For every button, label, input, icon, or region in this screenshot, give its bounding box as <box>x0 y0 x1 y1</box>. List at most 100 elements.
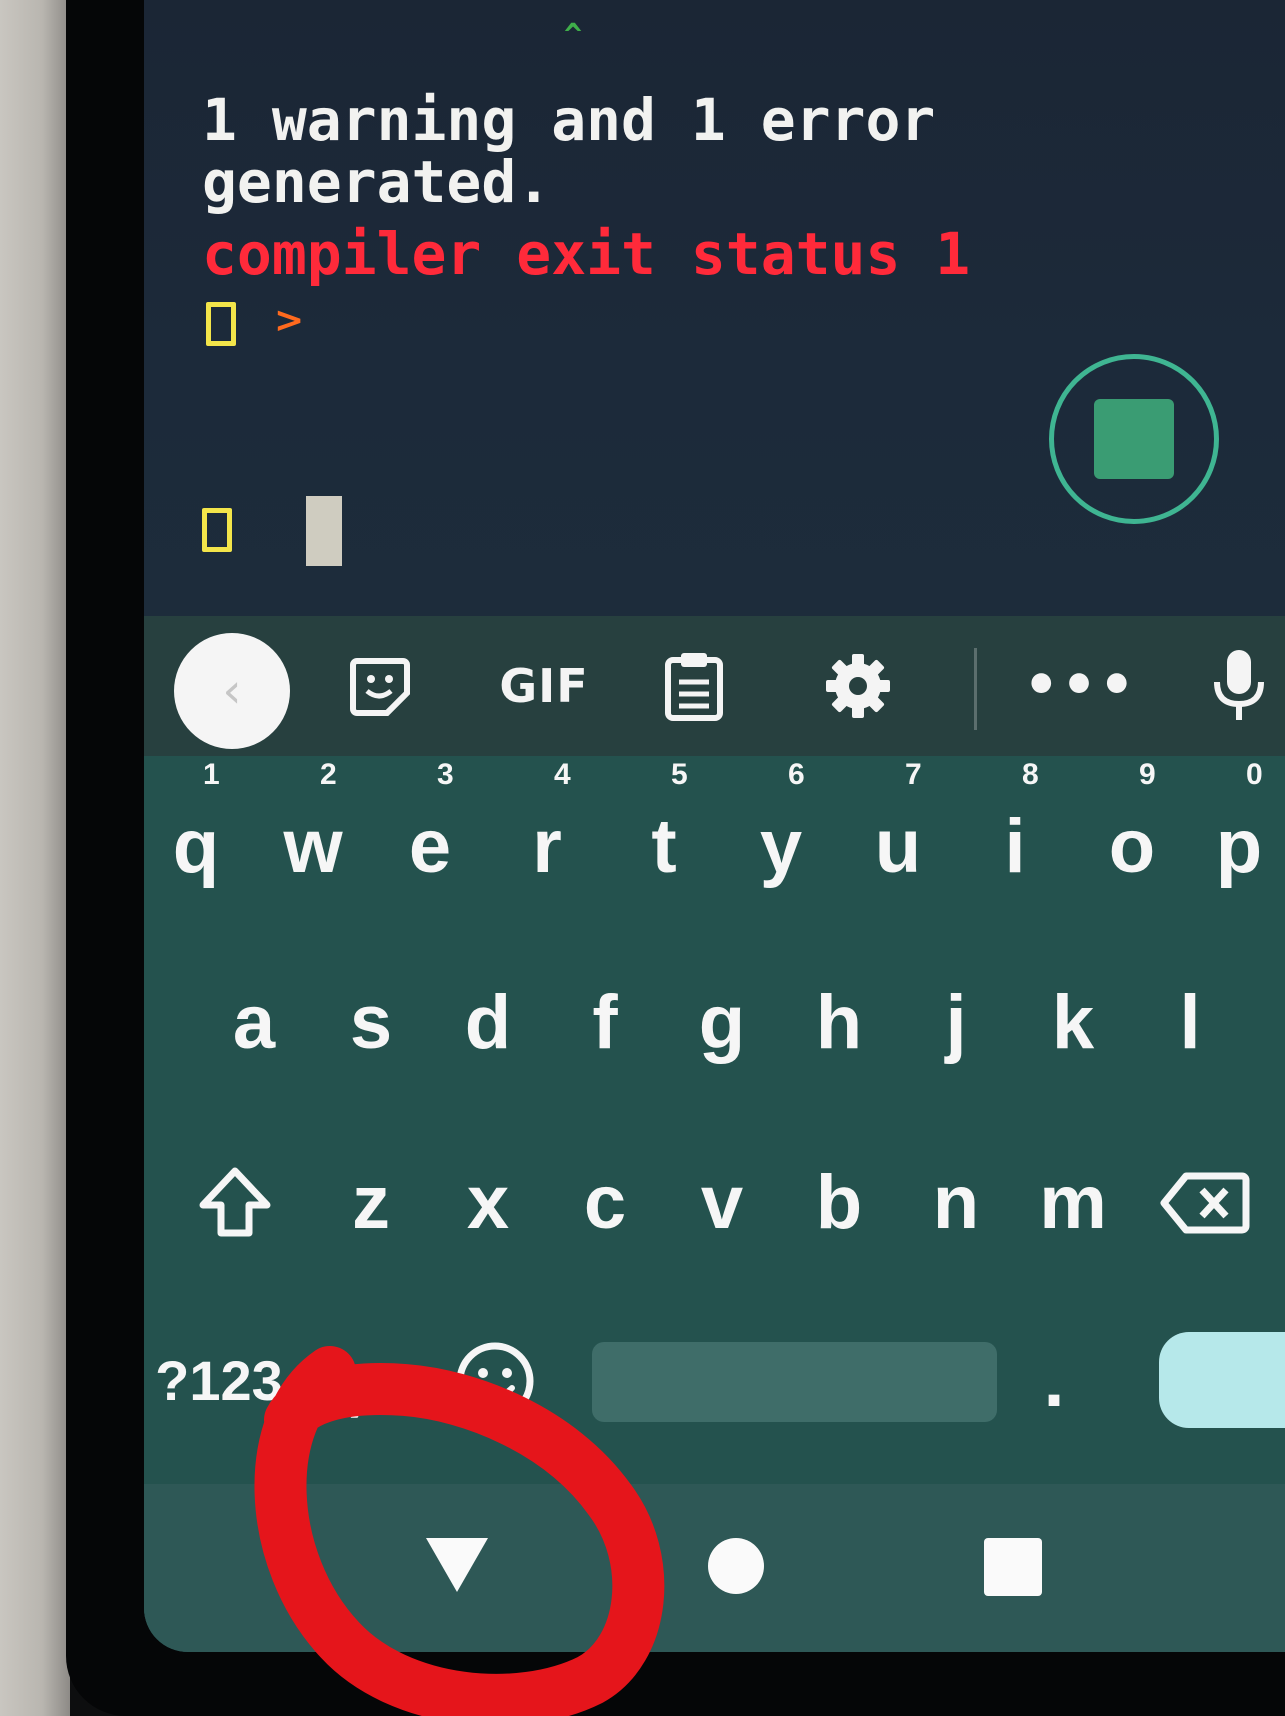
key-v[interactable]: v <box>667 1148 777 1258</box>
more-options-icon: ••• <box>1023 653 1137 718</box>
terminal-line-generated: generated. <box>202 148 552 216</box>
toolbar-divider <box>974 648 977 730</box>
period-key[interactable]: . <box>1024 1326 1084 1436</box>
key-t[interactable]: t5 <box>609 760 719 902</box>
key-o-hint: 9 <box>1139 758 1156 791</box>
key-g[interactable]: g <box>667 968 777 1078</box>
key-h[interactable]: h <box>784 968 894 1078</box>
clipboard-button[interactable] <box>654 644 734 728</box>
microphone-icon <box>1214 650 1264 720</box>
key-l[interactable]: l <box>1135 968 1245 1078</box>
space-key[interactable] <box>592 1342 997 1422</box>
key-f[interactable]: f <box>550 968 660 1078</box>
key-e-hint: 3 <box>437 758 454 791</box>
key-n-label: n <box>932 1160 980 1245</box>
stop-icon <box>1094 399 1174 479</box>
shift-icon <box>199 1167 271 1237</box>
key-i[interactable]: i8 <box>960 760 1070 902</box>
keyboard-toolbar: ‹ GIF ••• <box>144 616 1285 756</box>
gif-button[interactable]: GIF <box>484 644 604 728</box>
prompt-arrow-icon: > <box>274 300 305 341</box>
key-w-hint: 2 <box>320 758 337 791</box>
key-t-hint: 5 <box>671 758 688 791</box>
key-s-label: s <box>349 980 393 1065</box>
key-k-label: k <box>1051 980 1095 1065</box>
key-o[interactable]: o9 <box>1077 760 1187 902</box>
key-p[interactable]: p0 <box>1184 760 1285 902</box>
nav-home-circle-icon[interactable] <box>708 1538 764 1594</box>
nav-back-triangle-icon[interactable] <box>426 1538 488 1592</box>
key-d-label: d <box>464 980 512 1065</box>
terminal-view[interactable]: ^ 1 warning and 1 error generated. compi… <box>144 0 1285 616</box>
key-c[interactable]: c <box>550 1148 660 1258</box>
key-c-label: c <box>583 1160 627 1245</box>
key-r[interactable]: r4 <box>492 760 602 902</box>
key-x-label: x <box>466 1160 510 1245</box>
key-k[interactable]: k <box>1018 968 1128 1078</box>
text-cursor <box>306 496 342 566</box>
clipboard-icon <box>665 653 723 721</box>
key-i-hint: 8 <box>1022 758 1039 791</box>
stop-button[interactable] <box>1049 354 1219 524</box>
emoji-key[interactable] <box>440 1326 550 1436</box>
key-d[interactable]: d <box>433 968 543 1078</box>
key-b[interactable]: b <box>784 1148 894 1258</box>
key-b-label: b <box>815 1160 863 1245</box>
key-p-hint: 0 <box>1246 758 1263 791</box>
enter-key[interactable] <box>1159 1332 1285 1428</box>
key-t-label: t <box>651 804 677 889</box>
key-q-hint: 1 <box>203 758 220 791</box>
key-r-hint: 4 <box>554 758 571 791</box>
period-key-label: . <box>1043 1338 1065 1423</box>
key-q[interactable]: q1 <box>144 760 251 902</box>
key-r-label: r <box>532 804 562 889</box>
key-m[interactable]: m <box>1018 1148 1128 1258</box>
comma-key[interactable]: , <box>326 1326 386 1436</box>
key-m-label: m <box>1039 1160 1107 1245</box>
gear-icon <box>826 654 890 718</box>
terminal-line-warning: 1 warning and 1 error <box>202 86 936 154</box>
error-caret: ^ <box>564 18 583 53</box>
system-nav-bar <box>144 1484 1285 1652</box>
key-y-hint: 6 <box>788 758 805 791</box>
comma-key-label: , <box>345 1338 367 1423</box>
soft-keyboard: ‹ GIF ••• q 1 w 2 e 3 r 4 t 5 y 6 u 7 i … <box>144 616 1285 1652</box>
symbols-key[interactable]: ?123 <box>144 1326 294 1436</box>
symbols-key-label: ?123 <box>155 1349 283 1412</box>
sticker-button[interactable] <box>340 644 420 728</box>
key-e[interactable]: e3 <box>375 760 485 902</box>
keyboard-settings-button[interactable] <box>816 644 900 728</box>
backspace-key[interactable] <box>1150 1148 1260 1258</box>
more-options-button[interactable]: ••• <box>1023 644 1134 728</box>
nav-recents-square-icon[interactable] <box>984 1538 1042 1596</box>
keyboard-back-button[interactable]: ‹ <box>174 633 290 749</box>
key-z[interactable]: z <box>316 1148 426 1258</box>
key-f-label: f <box>592 980 618 1065</box>
key-j[interactable]: j <box>901 968 1011 1078</box>
key-u[interactable]: u7 <box>843 760 953 902</box>
key-l-label: l <box>1179 980 1201 1065</box>
key-g-label: g <box>698 980 746 1065</box>
key-h-label: h <box>815 980 863 1065</box>
key-e-label: e <box>408 804 452 889</box>
key-a-label: a <box>232 980 276 1065</box>
photo-background <box>0 0 70 1716</box>
key-v-label: v <box>700 1160 744 1245</box>
shift-key[interactable] <box>180 1148 290 1258</box>
prompt-box-icon <box>202 508 232 552</box>
key-p-label: p <box>1215 804 1263 889</box>
key-y[interactable]: y6 <box>726 760 836 902</box>
key-s[interactable]: s <box>316 968 426 1078</box>
key-a[interactable]: a <box>199 968 309 1078</box>
chevron-left-icon: ‹ <box>222 663 242 719</box>
voice-input-button[interactable] <box>1204 644 1274 728</box>
key-q-label: q <box>172 804 220 889</box>
emoji-icon <box>456 1342 534 1420</box>
key-n[interactable]: n <box>901 1148 1011 1258</box>
prompt-box-icon <box>206 302 236 346</box>
key-w[interactable]: w2 <box>258 760 368 902</box>
sticker-icon <box>350 658 410 716</box>
key-w-label: w <box>283 804 343 889</box>
key-x[interactable]: x <box>433 1148 543 1258</box>
key-i-label: i <box>1004 804 1026 889</box>
